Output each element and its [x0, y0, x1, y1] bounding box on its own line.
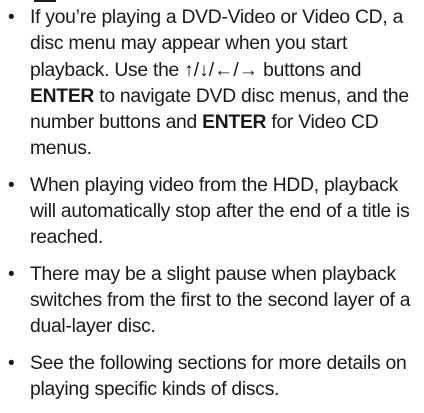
arrow-keys-glyphs: ↑/↓/←/→ [184, 59, 259, 81]
bullet: • [8, 263, 15, 285]
bullet: • [8, 7, 15, 28]
notes-list: • If you’re playing a DVD-Video or Video… [8, 5, 420, 413]
note-item: • See the following sections for more de… [8, 351, 420, 404]
note-text: buttons and [258, 59, 362, 81]
note-item: • When playing video from the HDD, playb… [8, 173, 420, 252]
bullet: • [8, 352, 15, 374]
note-text: When playing video from the HDD, playbac… [30, 174, 410, 249]
top-rule [34, 0, 56, 2]
bullet: • [8, 174, 15, 196]
note-text: There may be a slight pause when playbac… [30, 263, 411, 338]
note-item: • If you’re playing a DVD-Video or Video… [8, 5, 420, 163]
enter-key-label: ENTER [202, 112, 267, 134]
note-item: • There may be a slight pause when playb… [8, 262, 420, 341]
note-text: See the following sections for more deta… [30, 352, 407, 400]
enter-key-label: ENTER [30, 85, 95, 107]
